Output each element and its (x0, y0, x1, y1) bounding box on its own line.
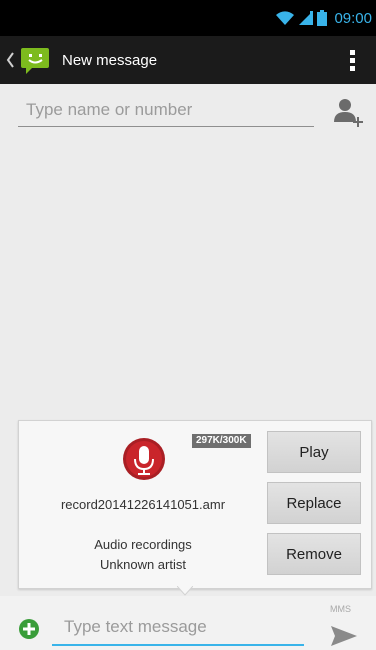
attachment-artist: Unknown artist (100, 557, 186, 572)
back-chevron-icon[interactable] (5, 51, 15, 69)
add-attachment-icon[interactable] (18, 618, 40, 640)
battery-icon (317, 10, 328, 26)
panel-pointer (177, 586, 193, 596)
add-contact-icon[interactable] (332, 96, 364, 128)
recipient-input[interactable] (18, 96, 312, 124)
attachment-album: Audio recordings (94, 537, 192, 552)
overflow-dot (349, 57, 355, 63)
attachment-file-name: record20141226141051.amr (60, 497, 226, 512)
signal-icon (299, 11, 314, 25)
send-icon[interactable] (329, 624, 359, 648)
audio-attachment-panel: 297K/300K record20141226141051.amr Audio… (18, 420, 372, 589)
status-time: 09:00 (334, 9, 372, 27)
compose-bar: MMS (0, 596, 376, 650)
overflow-menu-icon[interactable] (340, 46, 364, 74)
recipient-field (18, 96, 314, 127)
wifi-icon (276, 11, 295, 25)
messaging-app-icon[interactable] (20, 47, 52, 75)
remove-button[interactable]: Remove (267, 533, 361, 575)
microphone-icon (123, 438, 165, 480)
overflow-dot (349, 65, 355, 71)
play-button[interactable]: Play (267, 431, 361, 473)
page-title: New message (62, 52, 158, 69)
status-icons: 09:00 (275, 9, 372, 27)
replace-button[interactable]: Replace (267, 482, 361, 524)
size-badge: 297K/300K (192, 434, 251, 448)
message-input[interactable] (56, 613, 310, 641)
overflow-dot (349, 49, 355, 55)
status-bar: 09:00 (0, 0, 376, 36)
message-input-underline (52, 644, 304, 646)
action-bar: New message (0, 36, 376, 84)
mms-label: MMS (330, 604, 351, 614)
